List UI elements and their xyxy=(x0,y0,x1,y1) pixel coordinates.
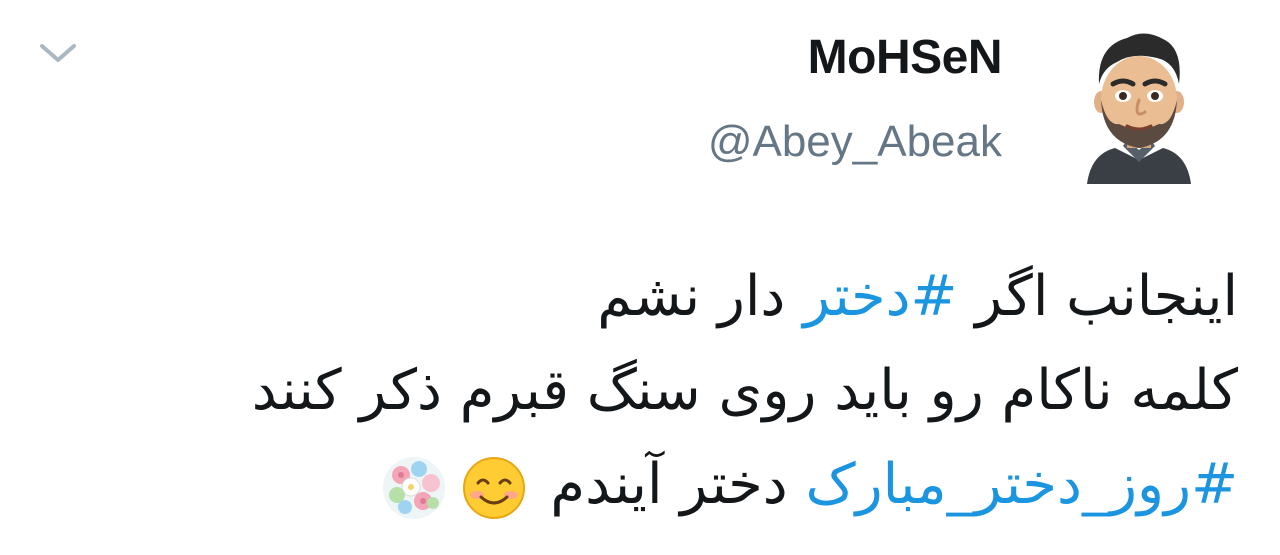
tweet-text-segment: دار نشم xyxy=(597,264,804,329)
user-handle[interactable]: @Abey_Abeak xyxy=(708,115,1002,169)
tweet-line-3: #روز_دختر_مبارک دختر آیندم xyxy=(38,438,1238,532)
bouquet-icon xyxy=(382,456,445,519)
tweet-text-segment: اینجانب اگر xyxy=(957,264,1238,329)
chevron-down-icon[interactable] xyxy=(36,38,80,68)
avatar[interactable] xyxy=(1083,22,1195,184)
smiling-face-icon xyxy=(462,456,525,519)
tweet-text: اینجانب اگر #دختر دار نشم کلمه ناکام رو … xyxy=(38,250,1238,532)
hashtag-link[interactable]: #روز_دختر_مبارک xyxy=(805,452,1238,517)
tweet-line-1: اینجانب اگر #دختر دار نشم xyxy=(38,250,1238,344)
hashtag-link[interactable]: #دختر xyxy=(803,264,957,329)
display-name[interactable]: MoHSeN xyxy=(808,30,1003,86)
tweet-line-2: کلمه ناکام رو باید روی سنگ قبرم ذکر کنند xyxy=(251,358,1238,423)
tweet-text-segment: دختر آیندم xyxy=(532,452,806,517)
